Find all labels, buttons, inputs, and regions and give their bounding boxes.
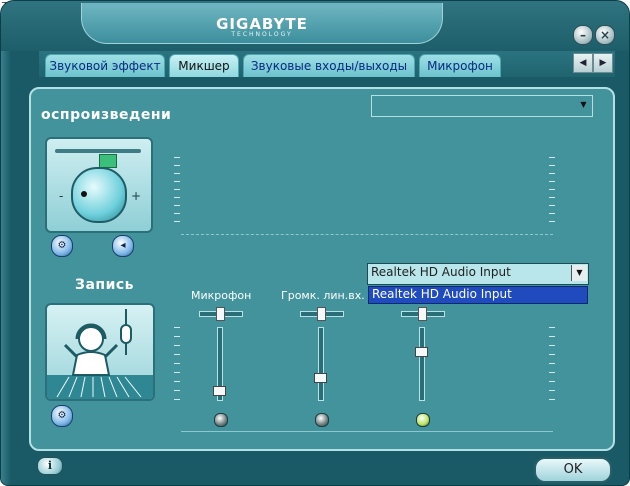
ok-button[interactable]: OK (534, 457, 612, 483)
chevron-down-icon: ▼ (571, 265, 587, 281)
channel-volume-slider[interactable] (415, 327, 428, 401)
tab-audio-io[interactable]: Звуковые входы/выходы (243, 54, 415, 77)
brand-subtitle: TECHNOLOGY (231, 31, 293, 38)
arrow-left-icon[interactable]: ◀ (573, 53, 593, 73)
channel-mute-led[interactable] (315, 413, 329, 427)
audio-manager-window: GIGABYTE TECHNOLOGY – × Звуковой эффект … (0, 0, 630, 486)
tab-microphone[interactable]: Микрофон (419, 54, 501, 77)
volume-thumb[interactable] (314, 373, 327, 383)
channel-volume-slider[interactable] (314, 327, 327, 401)
recording-illustration (45, 303, 155, 401)
channel-balance-slider[interactable] (300, 307, 344, 321)
channel-mute-led[interactable] (214, 413, 228, 427)
channel-mute-led[interactable] (416, 413, 430, 427)
playback-title: оспроизведени (41, 107, 172, 123)
recording-device-dropdown[interactable]: Realtek HD Audio Input (368, 286, 588, 304)
info-icon[interactable]: i (37, 457, 63, 475)
arrow-right-icon[interactable]: ▶ (593, 53, 613, 73)
window-edge (1, 1, 11, 485)
channel-balance-slider[interactable] (401, 307, 445, 321)
balance-slider[interactable] (55, 149, 141, 168)
logo-plate: GIGABYTE TECHNOLOGY (81, 3, 443, 44)
playback-scale-left (174, 157, 180, 222)
channel-balance-slider[interactable] (199, 307, 243, 321)
chevron-down-icon: ▼ (580, 100, 587, 109)
volume-thumb[interactable] (213, 386, 226, 396)
recording-divider (181, 431, 553, 432)
dropdown-option[interactable]: Realtek HD Audio Input (372, 287, 512, 301)
volume-knob[interactable] (71, 167, 127, 223)
balance-thumb[interactable] (418, 307, 427, 321)
channel-label-line-in: Громк. лин.вх. (281, 289, 365, 302)
balance-thumb[interactable] (317, 307, 326, 321)
recording-scale-right (549, 327, 555, 400)
channel-label-microphone: Микрофон (191, 289, 252, 302)
channel-volume-slider[interactable] (213, 327, 226, 401)
plus-label: + (131, 189, 142, 203)
speaker-icon[interactable]: ◂ (112, 235, 134, 257)
recording-device-select[interactable]: Realtek HD Audio Input ▼ (367, 263, 589, 285)
recording-scale-left (174, 327, 180, 400)
close-icon[interactable]: × (595, 25, 615, 45)
tab-sound-effect[interactable]: Звуковой эффект (45, 54, 165, 77)
settings-icon[interactable]: ⚙ (51, 235, 73, 257)
recording-settings-icon[interactable]: ⚙ (51, 405, 73, 427)
volume-thumb[interactable] (415, 347, 428, 357)
playback-volume-box: - + (45, 137, 153, 233)
playback-device-select[interactable]: ▼ (371, 95, 593, 117)
tab-mixer[interactable]: Микшер (169, 54, 239, 77)
playback-scale-right (549, 157, 555, 222)
minus-icon[interactable]: – (573, 25, 593, 45)
title-bar[interactable]: GIGABYTE TECHNOLOGY – × (1, 1, 629, 51)
playback-divider (181, 234, 553, 235)
balance-thumb[interactable] (99, 154, 117, 168)
knob-indicator (81, 191, 87, 197)
minus-label: - (59, 189, 64, 203)
microphone-singer-icon (47, 309, 153, 399)
balance-thumb[interactable] (216, 307, 225, 321)
recording-device-value: Realtek HD Audio Input (371, 265, 511, 279)
recording-title: Запись (75, 277, 135, 293)
